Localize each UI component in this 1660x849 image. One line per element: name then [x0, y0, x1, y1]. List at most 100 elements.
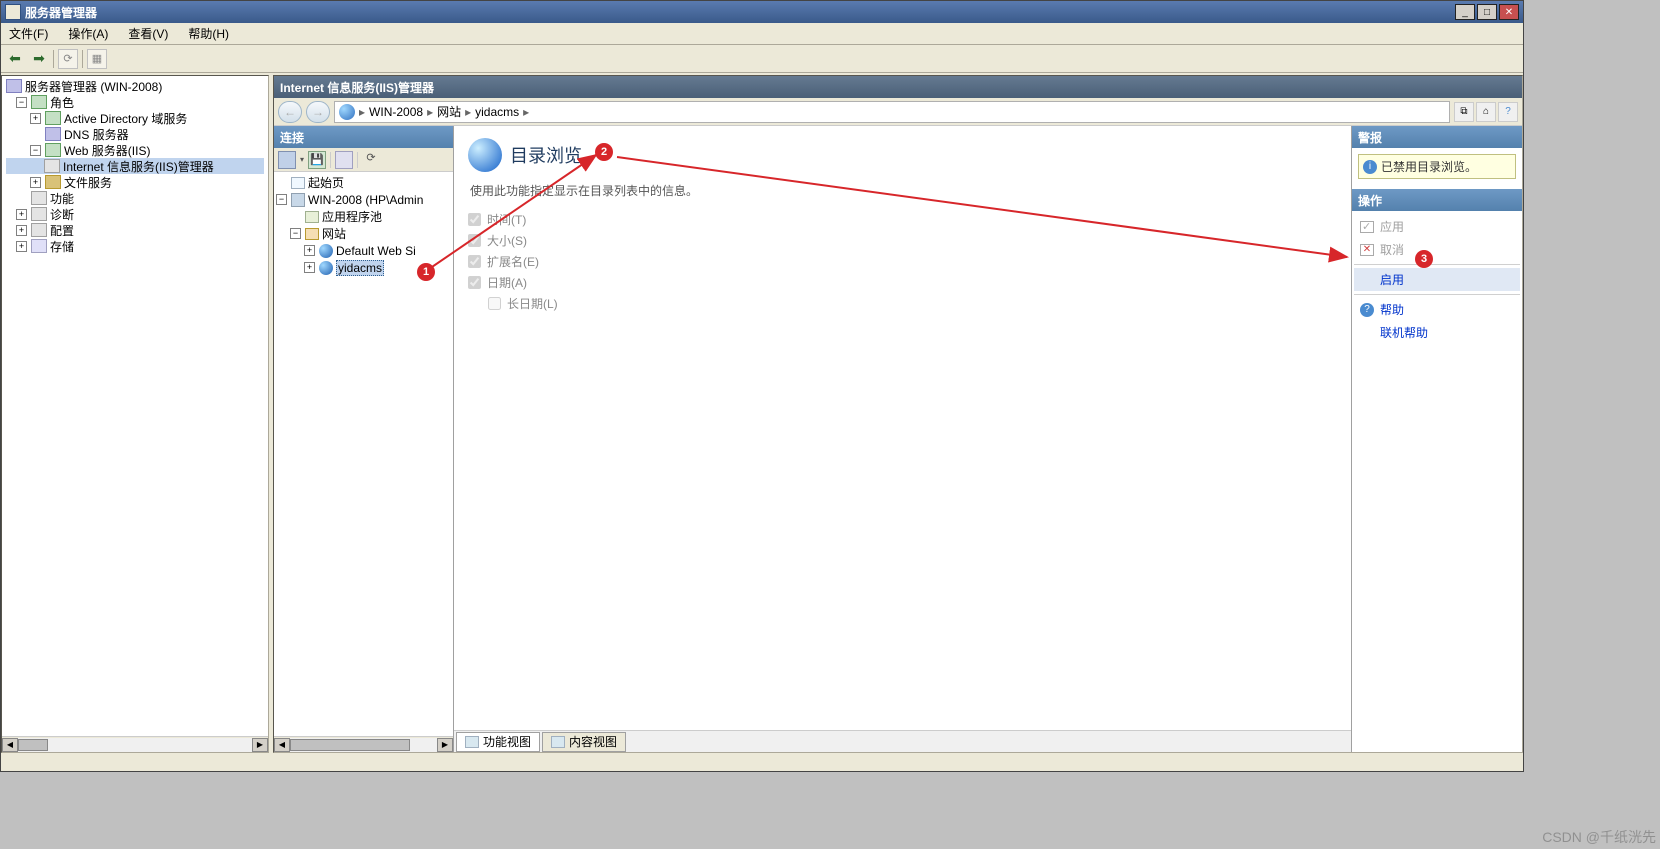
scroll-left-button[interactable]: ◀ — [274, 738, 290, 752]
actions-header: 操作 — [1352, 189, 1522, 211]
tree-features[interactable]: 功能 — [6, 190, 264, 206]
titlebar: 服务器管理器 _ □ ✕ — [1, 1, 1523, 23]
annotation-badge-3: 3 — [1415, 250, 1433, 268]
feature-pane: 目录浏览 使用此功能指定显示在目录列表中的信息。 时间(T) 大小(S) 扩展名… — [454, 126, 1352, 752]
annotation-badge-1: 1 — [417, 263, 435, 281]
home-icon — [291, 177, 305, 189]
tree-config[interactable]: +配置 — [6, 222, 264, 238]
checkbox-longdate[interactable] — [488, 297, 501, 310]
minimize-button[interactable]: _ — [1455, 4, 1475, 20]
menu-view[interactable]: 查看(V) — [124, 23, 172, 44]
conn-app-pool[interactable]: 应用程序池 — [276, 208, 451, 225]
tree-diag[interactable]: +诊断 — [6, 206, 264, 222]
conn-start-page[interactable]: 起始页 — [276, 174, 451, 191]
scroll-left-button[interactable]: ◀ — [2, 738, 18, 752]
close-button[interactable]: ✕ — [1499, 4, 1519, 20]
alert-text: 已禁用目录浏览。 — [1381, 158, 1477, 175]
iis-nav-help[interactable]: ? — [1498, 102, 1518, 122]
iis-title: Internet 信息服务(IIS)管理器 — [274, 76, 1522, 98]
tab-content-view[interactable]: 内容视图 — [542, 732, 626, 752]
action-apply: 应用 — [1354, 215, 1520, 238]
tab-features-view[interactable]: 功能视图 — [456, 732, 540, 752]
main-row: 服务器管理器 (WIN-2008) −角色 +Active Directory … — [1, 75, 1523, 753]
tree-web-iis[interactable]: −Web 服务器(IIS) — [6, 142, 264, 158]
option-longdate[interactable]: 长日期(L) — [488, 295, 1337, 312]
action-online-help[interactable]: 联机帮助 — [1354, 321, 1520, 344]
toolbar-separator — [53, 50, 54, 68]
conn-hscroll[interactable]: ◀ ▶ — [274, 736, 453, 752]
connections-tree[interactable]: 起始页 −WIN-2008 (HP\Admin 应用程序池 −网站 +Defau… — [274, 172, 453, 736]
cancel-icon: ✕ — [1360, 244, 1374, 256]
footer-tabs: 功能视图 内容视图 — [454, 730, 1351, 752]
apppool-icon — [305, 211, 319, 223]
watermark: CSDN @千纸洸先 — [1542, 827, 1656, 847]
tree-roles[interactable]: −角色 — [6, 94, 264, 110]
option-size[interactable]: 大小(S) — [468, 232, 1337, 249]
crumb-server[interactable]: WIN-2008 — [369, 105, 423, 119]
action-enable[interactable]: 启用 — [1354, 268, 1520, 291]
globe-icon — [319, 261, 333, 275]
iis-panel: Internet 信息服务(IIS)管理器 ← → ▸ WIN-2008 ▸ 网… — [273, 75, 1523, 753]
app-icon — [5, 4, 21, 20]
connections-header: 连接 — [274, 126, 453, 148]
checkbox-ext[interactable] — [468, 255, 481, 268]
conn-sites[interactable]: −网站 — [276, 225, 451, 242]
tree-ad[interactable]: +Active Directory 域服务 — [6, 110, 264, 126]
crumb-sites[interactable]: 网站 — [437, 103, 461, 120]
iis-breadcrumb[interactable]: ▸ WIN-2008 ▸ 网站 ▸ yidacms ▸ — [334, 101, 1450, 123]
nav-forward-button[interactable]: ➡ — [29, 49, 49, 69]
left-tree-pane: 服务器管理器 (WIN-2008) −角色 +Active Directory … — [1, 75, 269, 753]
folder-icon — [305, 228, 319, 240]
option-time[interactable]: 时间(T) — [468, 211, 1337, 228]
window-title: 服务器管理器 — [25, 4, 1455, 21]
connections-toolbar: ▾ 💾 ⟳ — [274, 148, 453, 172]
action-help[interactable]: ?帮助 — [1354, 298, 1520, 321]
server-manager-window: 服务器管理器 _ □ ✕ 文件(F) 操作(A) 查看(V) 帮助(H) ⬅ ➡… — [0, 0, 1524, 772]
conn-default-site[interactable]: +Default Web Si — [276, 242, 451, 259]
menu-file[interactable]: 文件(F) — [5, 23, 52, 44]
tree-iis-manager[interactable]: Internet 信息服务(IIS)管理器 — [6, 158, 264, 174]
feature-title: 目录浏览 — [510, 142, 582, 168]
checkbox-size[interactable] — [468, 234, 481, 247]
alert-item: i 已禁用目录浏览。 — [1358, 154, 1516, 179]
toolbar-refresh-button[interactable]: ⟳ — [58, 49, 78, 69]
toolbar: ⬅ ➡ ⟳ ▦ — [1, 45, 1523, 73]
left-tree[interactable]: 服务器管理器 (WIN-2008) −角色 +Active Directory … — [2, 76, 268, 736]
menu-help[interactable]: 帮助(H) — [184, 23, 233, 44]
apply-icon — [1360, 221, 1374, 233]
option-ext[interactable]: 扩展名(E) — [468, 253, 1337, 270]
tree-root[interactable]: 服务器管理器 (WIN-2008) — [6, 78, 264, 94]
globe-icon — [339, 104, 355, 120]
iis-nav-home[interactable]: ⌂ — [1476, 102, 1496, 122]
scroll-right-button[interactable]: ▶ — [252, 738, 268, 752]
option-date[interactable]: 日期(A) — [468, 274, 1337, 291]
checkbox-time[interactable] — [468, 213, 481, 226]
left-hscroll[interactable]: ◀ ▶ — [2, 736, 268, 752]
tree-dns[interactable]: DNS 服务器 — [6, 126, 264, 142]
conn-grid-icon[interactable] — [335, 151, 353, 169]
checkbox-date[interactable] — [468, 276, 481, 289]
conn-stop-icon[interactable]: ⟳ — [362, 151, 380, 169]
tree-storage[interactable]: +存储 — [6, 238, 264, 254]
tree-file-svc[interactable]: +文件服务 — [6, 174, 264, 190]
nav-back-button[interactable]: ⬅ — [5, 49, 25, 69]
conn-save-icon[interactable]: 💾 — [308, 151, 326, 169]
feature-body: 目录浏览 使用此功能指定显示在目录列表中的信息。 时间(T) 大小(S) 扩展名… — [454, 126, 1351, 730]
menu-action[interactable]: 操作(A) — [64, 23, 112, 44]
iis-nav: ← → ▸ WIN-2008 ▸ 网站 ▸ yidacms ▸ ⧉ ⌂ ? — [274, 98, 1522, 126]
action-cancel: ✕取消 — [1354, 238, 1520, 261]
feature-description: 使用此功能指定显示在目录列表中的信息。 — [470, 182, 1337, 199]
iis-nav-back[interactable]: ← — [278, 101, 302, 123]
maximize-button[interactable]: □ — [1477, 4, 1497, 20]
toolbar-separator — [82, 50, 83, 68]
scroll-right-button[interactable]: ▶ — [437, 738, 453, 752]
tab-icon — [465, 736, 479, 748]
help-icon: ? — [1360, 303, 1374, 317]
crumb-site[interactable]: yidacms — [475, 105, 519, 119]
iis-nav-toggle[interactable]: ⧉ — [1454, 102, 1474, 122]
conn-connect-icon[interactable] — [278, 151, 296, 169]
iis-nav-forward[interactable]: → — [306, 101, 330, 123]
connections-pane: 连接 ▾ 💾 ⟳ 起始页 −WIN-2008 (HP\Admin 应用程序池 — [274, 126, 454, 752]
toolbar-properties-button[interactable]: ▦ — [87, 49, 107, 69]
conn-server-node[interactable]: −WIN-2008 (HP\Admin — [276, 191, 451, 208]
